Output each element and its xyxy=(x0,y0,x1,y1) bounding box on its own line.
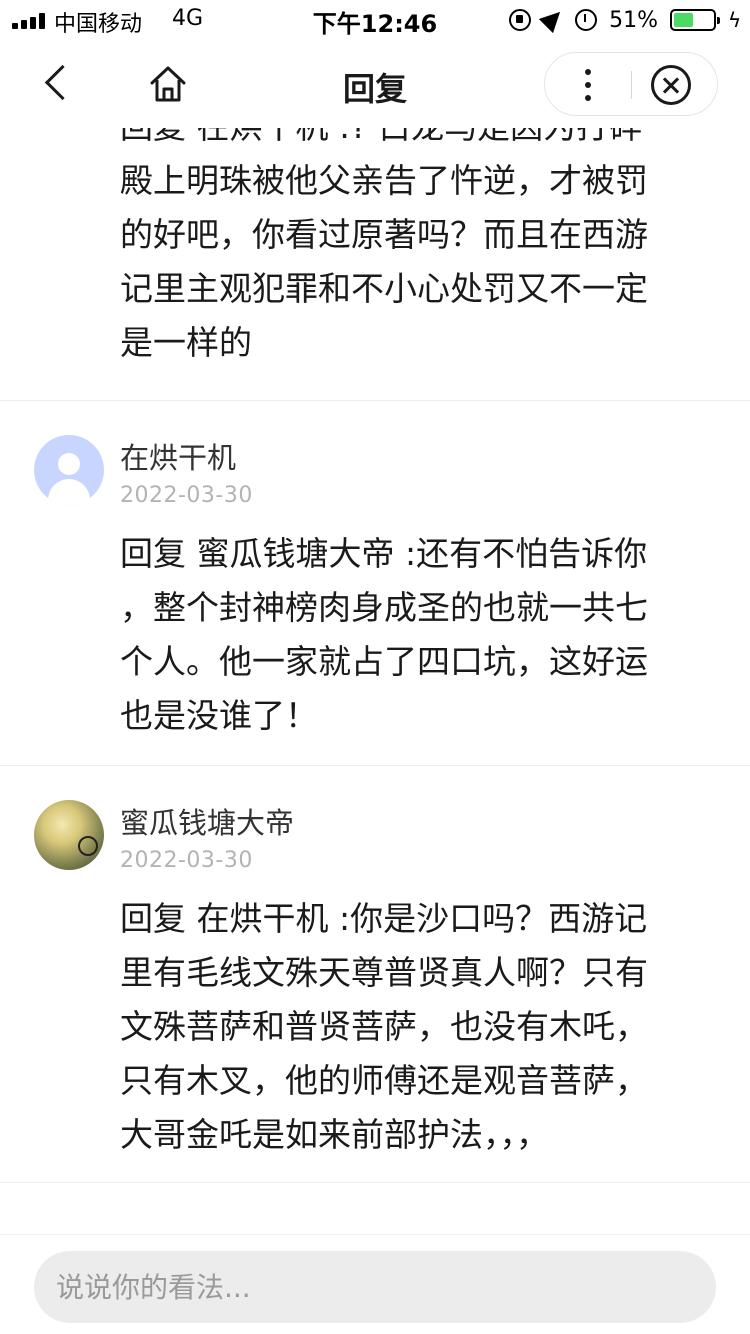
comment-input-bar xyxy=(0,1234,750,1334)
reply-text: 回复 在烘干机 :? 白龙马是因为打碎 殿上明珠被他父亲告了忤逆，才被罚 的好吧… xyxy=(0,124,750,370)
reply-line: 大哥金吒是如来前部护法，，， xyxy=(120,1115,549,1154)
back-button[interactable] xyxy=(36,62,76,106)
status-icons: 51% ϟ xyxy=(509,4,742,34)
avatar[interactable] xyxy=(34,435,104,505)
battery-icon xyxy=(670,9,720,31)
alarm-icon xyxy=(575,9,598,31)
comment-author[interactable]: 在烘干机 xyxy=(120,435,236,477)
mini-program-capsule xyxy=(544,52,718,116)
status-bar: 中国移动 4G 下午12:46 51% ϟ xyxy=(0,0,750,40)
reply-line: 里有毛线文殊天尊普贤真人啊？只有 xyxy=(120,953,648,992)
avatar[interactable] xyxy=(34,800,104,870)
comment-author[interactable]: 蜜瓜钱塘大帝 xyxy=(120,800,294,842)
reply-line: 记里主观犯罪和不小心处罚又不一定 xyxy=(120,269,648,308)
home-icon xyxy=(150,66,186,102)
battery-percent: 51% xyxy=(609,7,658,33)
orientation-lock-icon xyxy=(509,9,532,31)
close-button[interactable] xyxy=(651,65,691,105)
reply-line: 个人。他一家就占了四口坑，这好运 xyxy=(120,642,648,681)
reply-line: 只有木叉，他的师傅还是观音菩萨， xyxy=(120,1061,648,1100)
capsule-divider xyxy=(631,71,632,99)
divider xyxy=(0,400,750,401)
comment-date: 2022-03-30 xyxy=(120,483,253,508)
reply-line: 也是没谁了！ xyxy=(120,696,318,735)
comment-input[interactable] xyxy=(34,1251,716,1323)
partial-reply: 回复 在烘干机 :? 白龙马是因为打碎 殿上明珠被他父亲告了忤逆，才被罚 的好吧… xyxy=(0,124,750,370)
reply-line: ，整个封神榜肉身成圣的也就一共七 xyxy=(120,588,648,627)
reply-line: 是一样的 xyxy=(120,323,252,362)
location-icon xyxy=(538,4,568,34)
comment-body: 回复 蜜瓜钱塘大帝 :还有不怕告诉你 ，整个封神榜肉身成圣的也就一共七 个人。他… xyxy=(0,527,750,743)
reply-line: 回复 蜜瓜钱塘大帝 :还有不怕告诉你 xyxy=(120,534,648,573)
reply-line: 的好吧，你看过原著吗？而且在西游 xyxy=(120,215,648,254)
comment-date: 2022-03-30 xyxy=(120,848,253,873)
reply-line: 回复 在烘干机 :? 白龙马是因为打碎 xyxy=(120,124,643,146)
reply-line: 文殊菩萨和普贤菩萨，也没有木吒， xyxy=(120,1007,648,1046)
comment-body: 回复 在烘干机 :你是沙口吗？西游记 里有毛线文殊天尊普贤真人啊？只有 文殊菩萨… xyxy=(0,892,750,1162)
divider xyxy=(0,765,750,766)
divider xyxy=(0,1182,750,1183)
comment-list[interactable]: 回复 在烘干机 :? 白龙马是因为打碎 殿上明珠被他父亲告了忤逆，才被罚 的好吧… xyxy=(0,124,750,1234)
reply-line: 回复 在烘干机 :你是沙口吗？西游记 xyxy=(120,899,648,938)
charging-icon: ϟ xyxy=(728,8,742,32)
home-button[interactable] xyxy=(146,62,190,106)
reply-line: 殿上明珠被他父亲告了忤逆，才被罚 xyxy=(120,161,648,200)
navigation-bar: 回复 xyxy=(0,40,750,128)
more-button[interactable] xyxy=(545,53,631,117)
